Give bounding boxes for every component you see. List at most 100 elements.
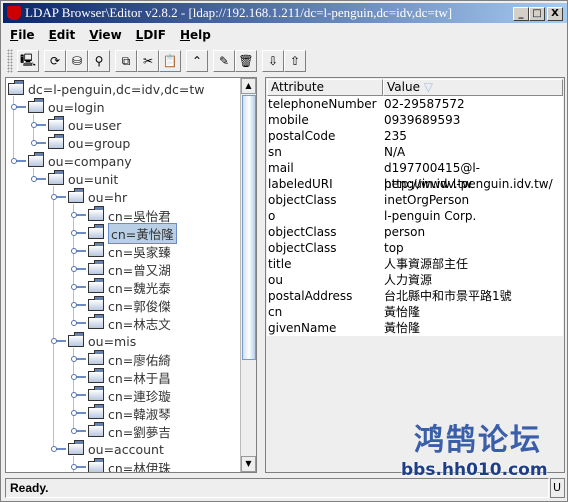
tree-node-handle[interactable]: [71, 428, 86, 434]
attribute-cell[interactable]: mobile: [267, 112, 381, 128]
copy-button[interactable]: ⧉: [115, 50, 137, 72]
value-cell[interactable]: N/A: [381, 144, 563, 160]
value-cell[interactable]: l-penguin Corp.: [381, 208, 563, 224]
attribute-cell[interactable]: title: [267, 256, 381, 272]
tree-node[interactable]: cn=韓淑琴: [88, 404, 171, 422]
table-row[interactable]: objectClass inetOrgPerson: [267, 192, 563, 208]
tree-node[interactable]: cn=劉夢吉: [88, 422, 171, 440]
attribute-cell[interactable]: o: [267, 208, 381, 224]
attribute-cell[interactable]: cn: [267, 304, 381, 320]
import-button[interactable]: ⇩: [262, 50, 284, 72]
table-row[interactable]: cn 黃怡隆: [267, 304, 563, 320]
table-row[interactable]: sn N/A: [267, 144, 563, 160]
menu-help[interactable]: Help: [173, 25, 218, 45]
tree-node[interactable]: cn=林于昌: [88, 368, 171, 386]
tree-node-handle[interactable]: [71, 374, 86, 380]
close-button[interactable]: X: [547, 7, 563, 21]
tree-node[interactable]: cn=林伊珠: [88, 458, 171, 472]
table-row[interactable]: ou 人力資源: [267, 272, 563, 288]
tree-node-handle[interactable]: [51, 338, 66, 344]
table-row[interactable]: o l-penguin Corp.: [267, 208, 563, 224]
export-button[interactable]: ⇧: [284, 50, 306, 72]
tree-node[interactable]: cn=林志文: [88, 314, 171, 332]
value-cell[interactable]: http://www.l-penguin.idv.tw/: [381, 176, 563, 192]
value-cell[interactable]: top: [381, 240, 563, 256]
attribute-cell[interactable]: ou: [267, 272, 381, 288]
tree-node[interactable]: dc=l-penguin,dc=idv,dc=tw: [8, 80, 205, 98]
attribute-cell[interactable]: labeledURI: [267, 176, 381, 192]
tree-node-handle[interactable]: [71, 356, 86, 362]
toolbar-grip[interactable]: [7, 49, 13, 73]
tree-node-handle[interactable]: [51, 446, 66, 452]
table-row[interactable]: title 人事資源部主任: [267, 256, 563, 272]
value-cell[interactable]: 0939689593: [381, 112, 563, 128]
value-cell[interactable]: 黃怡隆: [381, 304, 563, 320]
attribute-cell[interactable]: objectClass: [267, 240, 381, 256]
value-cell[interactable]: 人力資源: [381, 272, 563, 288]
search-binoculars-button[interactable]: ⚲: [88, 50, 110, 72]
table-row[interactable]: postalCode 235: [267, 128, 563, 144]
attribute-cell[interactable]: objectClass: [267, 224, 381, 240]
tree-node[interactable]: cn=吳怡君: [88, 206, 171, 224]
column-attribute[interactable]: Attribute: [267, 79, 383, 96]
tree-node[interactable]: cn=曾又湖: [88, 260, 171, 278]
tree-node-handle[interactable]: [31, 122, 46, 128]
table-row[interactable]: postalAddress 台北縣中和市景平路1號: [267, 288, 563, 304]
tree-node[interactable]: ou=mis: [68, 332, 136, 350]
scroll-up-button[interactable]: ▲: [241, 78, 256, 94]
cut-button[interactable]: ✂: [137, 50, 159, 72]
tree-node[interactable]: ou=unit: [48, 170, 118, 188]
maximize-button[interactable]: □: [529, 7, 545, 21]
tree-node-handle[interactable]: [71, 464, 86, 470]
table-row[interactable]: objectClass top: [267, 240, 563, 256]
tree-node-handle[interactable]: [31, 140, 46, 146]
tree-node-handle[interactable]: [11, 158, 26, 164]
attribute-cell[interactable]: postalAddress: [267, 288, 381, 304]
minimize-button[interactable]: _: [513, 7, 529, 21]
tree-node[interactable]: ou=group: [48, 134, 130, 152]
tree-node-handle[interactable]: [71, 212, 86, 218]
paste-button[interactable]: 📋: [159, 50, 181, 72]
value-cell[interactable]: 235: [381, 128, 563, 144]
reconnect-button[interactable]: ⛁: [66, 50, 88, 72]
value-cell[interactable]: inetOrgPerson: [381, 192, 563, 208]
table-row[interactable]: mail d197700415@l-penguin.idv.tw: [267, 160, 563, 191]
table-row[interactable]: labeledURI http://www.l-penguin.idv.tw/: [267, 176, 563, 192]
value-cell[interactable]: person: [381, 224, 563, 240]
tree-node[interactable]: cn=連珍璇: [88, 386, 171, 404]
table-row[interactable]: givenName 黃怡隆: [267, 320, 563, 336]
attribute-cell[interactable]: objectClass: [267, 192, 381, 208]
scroll-thumb[interactable]: [242, 95, 256, 360]
value-cell[interactable]: 人事資源部主任: [381, 256, 563, 272]
tree-node-handle[interactable]: [71, 230, 86, 236]
tree-node[interactable]: ou=company: [28, 152, 132, 170]
menu-file[interactable]: File: [3, 25, 42, 45]
tree-node-handle[interactable]: [11, 104, 26, 110]
value-cell[interactable]: 台北縣中和市景平路1號: [381, 288, 563, 304]
connect-button[interactable]: 🖳: [17, 50, 39, 72]
attribute-cell[interactable]: givenName: [267, 320, 381, 336]
attribute-cell[interactable]: sn: [267, 144, 381, 160]
split-pane-divider[interactable]: [258, 77, 264, 473]
tree-node-handle[interactable]: [71, 248, 86, 254]
tree-node[interactable]: cn=廖佑綺: [88, 350, 171, 368]
refresh-button[interactable]: ⟳: [44, 50, 66, 72]
delete-button[interactable]: 🗑: [235, 50, 257, 72]
value-cell[interactable]: 02-29587572: [381, 96, 563, 112]
tree-node-handle[interactable]: [31, 176, 46, 182]
attribute-cell[interactable]: mail: [267, 160, 381, 176]
tree-node[interactable]: ou=account: [68, 440, 164, 458]
edit-button[interactable]: ✎: [213, 50, 235, 72]
tree-node[interactable]: cn=吳家臻: [88, 242, 171, 260]
value-cell[interactable]: 黃怡隆: [381, 320, 563, 336]
attribute-cell[interactable]: telephoneNumber: [267, 96, 381, 112]
tree-node-handle[interactable]: [71, 266, 86, 272]
attribute-cell[interactable]: postalCode: [267, 128, 381, 144]
tree-scrollbar[interactable]: ▲ ▼: [240, 78, 256, 472]
tree-node[interactable]: cn=郭俊傑: [88, 296, 171, 314]
tree-node[interactable]: cn=黃怡隆: [88, 222, 177, 244]
tree-node-handle[interactable]: [51, 194, 66, 200]
tree-node-handle[interactable]: [71, 302, 86, 308]
table-row[interactable]: mobile 0939689593: [267, 112, 563, 128]
menu-view[interactable]: View: [82, 25, 128, 45]
